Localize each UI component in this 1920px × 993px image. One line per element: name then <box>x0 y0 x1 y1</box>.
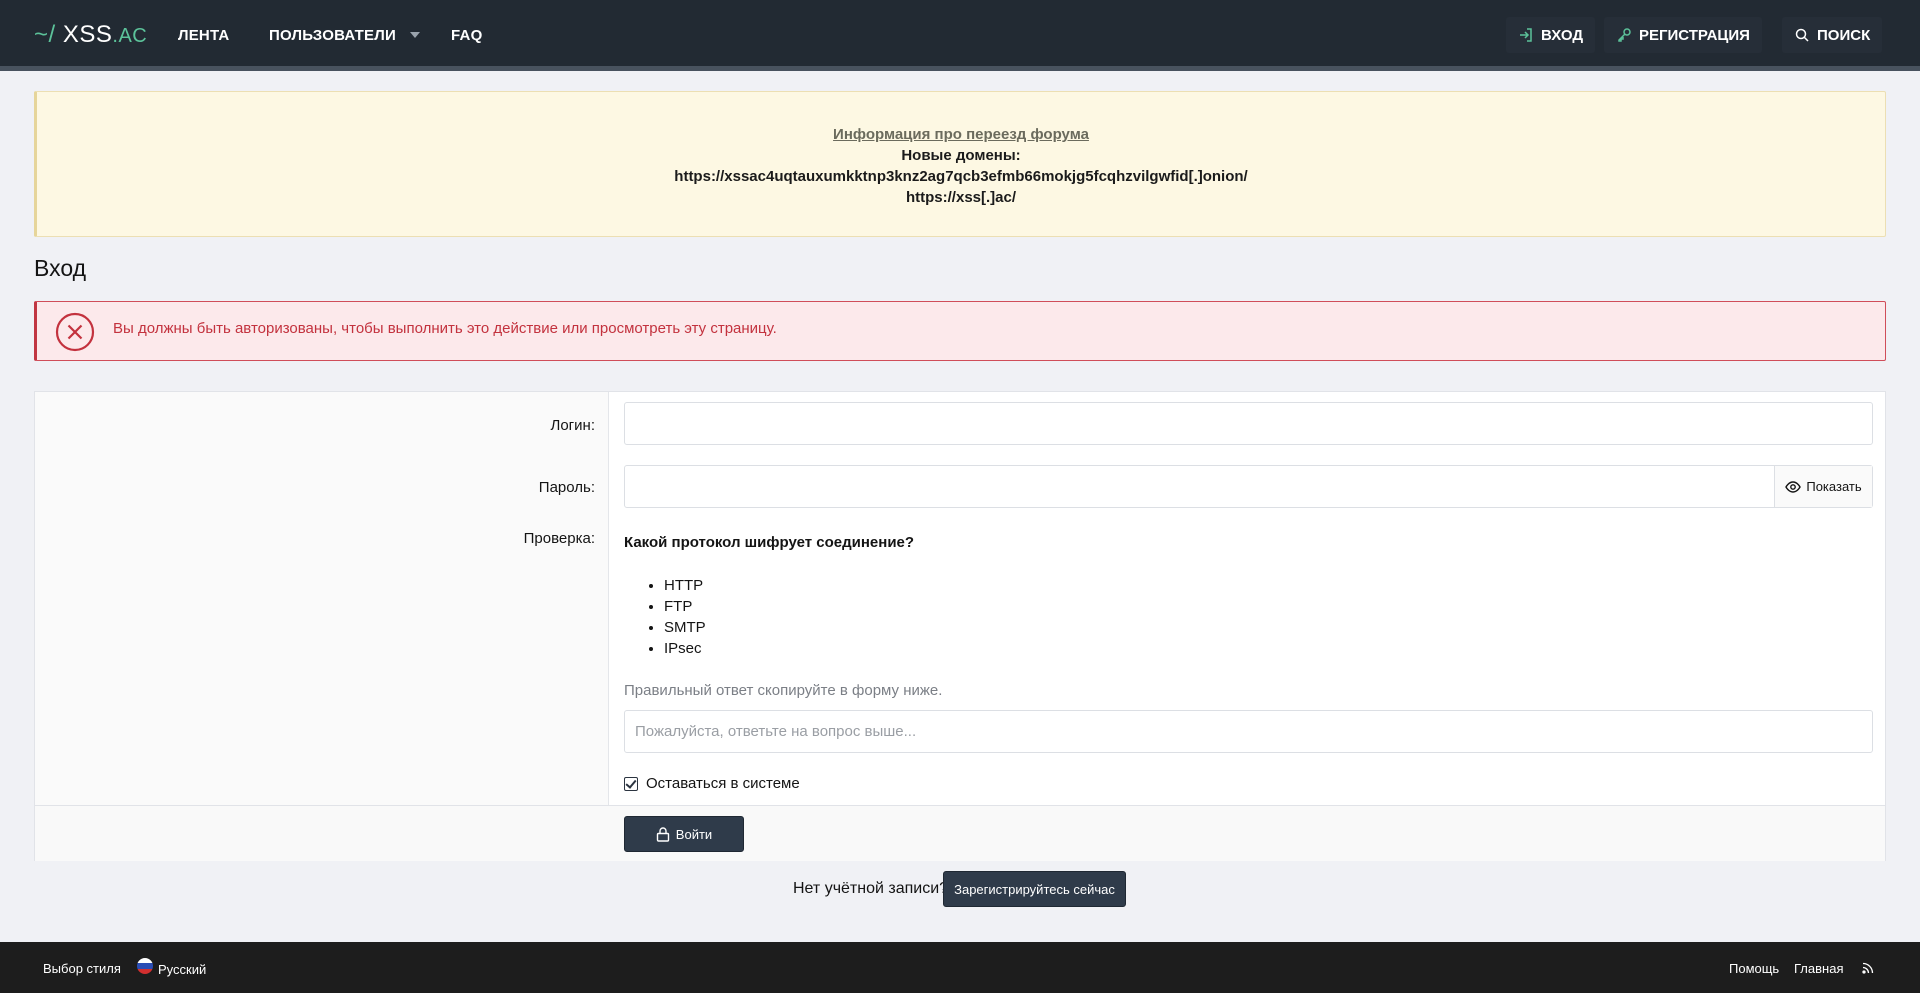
captcha-answer-input[interactable] <box>625 711 1872 752</box>
no-account-text: Нет учётной записи? <box>793 880 949 897</box>
submit-login-label: Войти <box>675 826 713 842</box>
error-text: Вы должны быть авторизованы, чтобы выпол… <box>113 320 777 337</box>
migration-notice: Информация про переезд форума Новые доме… <box>34 91 1886 237</box>
search-link[interactable]: ПОИСК <box>1782 17 1883 53</box>
list-item: FTP <box>664 596 706 617</box>
captcha-hint: Правильный ответ скопируйте в форму ниже… <box>624 682 943 699</box>
login-label: Логин: <box>550 417 596 434</box>
help-link[interactable]: Помощь <box>1729 961 1779 976</box>
show-password-label: Показать <box>1806 479 1862 494</box>
login-input[interactable] <box>624 402 1873 445</box>
login-form: Логин: Пароль: Показать Проверка: Какой … <box>34 391 1886 861</box>
notice-line3: https://xss[.]ac/ <box>905 189 1017 206</box>
nav-users[interactable]: ПОЛЬЗОВАТЕЛИ <box>269 27 396 44</box>
notice-line2: https://xssac4uqtauxumkktnp3knz2ag7qcb3e… <box>674 168 1248 185</box>
lock-icon <box>656 826 669 842</box>
captcha-question: Какой протокол шифрует соединение? <box>624 534 915 551</box>
nav-feed[interactable]: ЛЕНТА <box>178 27 229 44</box>
password-input[interactable]: Показать <box>624 465 1873 508</box>
rss-icon[interactable] <box>1862 962 1874 974</box>
remember-me-label: Оставаться в системе <box>646 775 800 792</box>
language-chooser-link[interactable]: Русский <box>158 962 206 977</box>
register-now-button[interactable]: Зарегистрируйтесь сейчас <box>943 871 1126 907</box>
captcha-answer-field[interactable] <box>624 710 1873 753</box>
page-title: Вход <box>34 255 87 281</box>
show-password-button[interactable]: Показать <box>1774 466 1872 507</box>
eye-icon <box>1785 480 1802 493</box>
logo-tilde: ~/ <box>34 21 56 48</box>
chevron-down-icon[interactable] <box>410 32 420 38</box>
form-footer: Войти <box>35 805 1885 861</box>
home-link[interactable]: Главная <box>1794 961 1843 976</box>
form-label-column <box>35 392 609 805</box>
sign-in-icon <box>1520 28 1532 42</box>
error-banner: Вы должны быть авторизованы, чтобы выпол… <box>34 301 1886 361</box>
password-label: Пароль: <box>538 479 595 496</box>
list-item: HTTP <box>664 575 706 596</box>
login-link[interactable]: ВХОД <box>1506 17 1596 53</box>
logo-name: XSS <box>62 21 113 48</box>
russia-flag-icon <box>137 958 153 974</box>
logo-tld: .AC <box>112 25 148 47</box>
list-item: IPsec <box>664 638 706 659</box>
search-icon <box>1795 28 1809 42</box>
list-item: SMTP <box>664 617 706 638</box>
login-link-label: ВХОД <box>1541 26 1584 44</box>
style-chooser-link[interactable]: Выбор стиля <box>43 961 121 976</box>
site-footer: Выбор стиля Русский Помощь Главная <box>0 942 1920 993</box>
nav-faq[interactable]: FAQ <box>451 27 482 44</box>
submit-login-button[interactable]: Войти <box>624 816 744 852</box>
key-icon <box>1618 28 1631 42</box>
captcha-label: Проверка: <box>523 530 595 547</box>
register-link[interactable]: РЕГИСТРАЦИЯ <box>1604 17 1762 53</box>
error-x-icon <box>55 312 95 352</box>
remember-me-checkbox[interactable]: Оставаться в системе <box>624 775 800 792</box>
search-link-label: ПОИСК <box>1817 26 1871 44</box>
notice-line1: Новые домены: <box>901 147 1021 164</box>
site-header: ~/ XSS.AC ЛЕНТА ПОЛЬЗОВАТЕЛИ FAQ ВХОД РЕ… <box>0 0 1920 71</box>
register-link-label: РЕГИСТРАЦИЯ <box>1639 26 1750 44</box>
checkbox-checked-icon[interactable] <box>624 776 638 791</box>
captcha-options: HTTP FTP SMTP IPsec <box>664 575 706 659</box>
site-logo[interactable]: ~/ XSS.AC <box>34 21 147 49</box>
notice-link[interactable]: Информация про переезд форума <box>833 126 1089 143</box>
